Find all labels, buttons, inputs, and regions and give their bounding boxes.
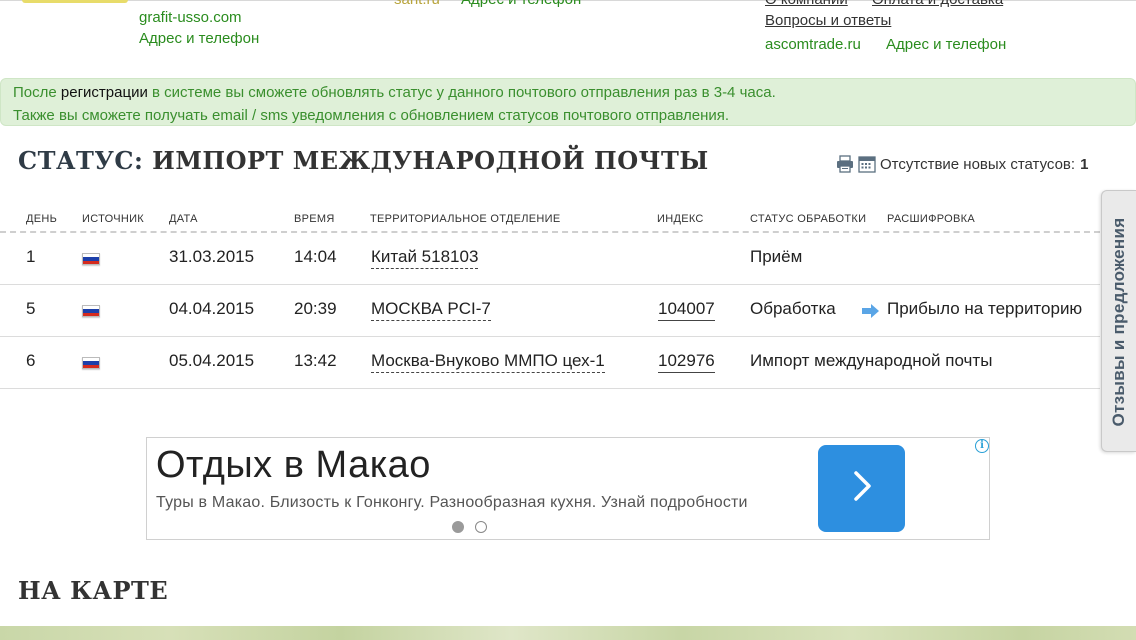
status-value: ИМПОРТ МЕЖДУНАРОДНОЙ ПОЧТЫ [143, 146, 709, 175]
cell-time: 20:39 [294, 299, 337, 318]
arrow-right-icon [860, 303, 880, 319]
status-tools: Отсутствие новых статусов: 1 [836, 154, 1088, 174]
col-decode: РАСШИФРОВКА [887, 213, 976, 225]
col-processing-status: СТАТУС ОБРАБОТКИ [750, 213, 867, 225]
map-heading: НА КАРТЕ [18, 576, 169, 605]
cell-day: 6 [26, 351, 36, 370]
partner-address-link-1[interactable]: Адрес и телефон [139, 30, 259, 47]
col-index: ИНДЕКС [657, 213, 704, 225]
cell-office-link[interactable]: Москва-Внуково ММПО цех-1 [371, 351, 605, 373]
col-day: ДЕНЬ [26, 213, 58, 225]
table-row: 6 05.04.2015 13:42 Москва-Внуково ММПО ц… [0, 337, 1100, 389]
info-line-2: Также вы сможете получать email / sms ув… [13, 107, 730, 124]
cell-index-link[interactable]: 102976 [658, 351, 715, 373]
map-preview[interactable] [0, 626, 1136, 640]
feedback-tab-label: Отзывы и предложения [1109, 217, 1128, 427]
cell-decode: Прибыло на территорию [887, 299, 1083, 318]
cell-office-link[interactable]: МОСКВА PCI-7 [371, 299, 491, 321]
payment-delivery-link[interactable]: Оплата и доставка [872, 0, 1003, 8]
cell-time: 14:04 [294, 247, 337, 266]
cell-date: 31.03.2015 [169, 247, 255, 266]
russia-flag-icon [82, 357, 100, 369]
cell-office-link[interactable]: Китай 518103 [371, 247, 479, 269]
col-source: ИСТОЧНИК [82, 213, 145, 225]
ad-banner[interactable]: Отдых в Макао Туры в Макао. Близость к Г… [146, 437, 990, 540]
partner-site-link-2[interactable]: sant.ru [394, 0, 440, 8]
printer-icon[interactable] [836, 155, 854, 173]
partner-accent-bar [22, 0, 128, 3]
tracking-table-header: ДЕНЬ ИСТОЧНИК ДАТА ВРЕМЯ ТЕРРИТОРИАЛЬНОЕ… [0, 203, 1100, 233]
cell-day: 1 [26, 247, 36, 266]
ad-description[interactable]: Туры в Макао. Близость к Гонконгу. Разно… [156, 494, 748, 512]
cell-day: 5 [26, 299, 36, 318]
faq-link[interactable]: Вопросы и ответы [765, 12, 891, 29]
table-row: 5 04.04.2015 20:39 МОСКВА PCI-7 104007 О… [0, 285, 1100, 337]
ad-pager-dot[interactable] [475, 521, 487, 533]
cell-status: Обработка [750, 299, 836, 318]
registration-link[interactable]: регистрации [61, 84, 148, 101]
status-heading: СТАТУС: ИМПОРТ МЕЖДУНАРОДНОЙ ПОЧТЫ [18, 146, 709, 175]
cell-status: Приём [750, 247, 803, 266]
no-new-status-label: Отсутствие новых статусов: [880, 155, 1076, 173]
russia-flag-icon [82, 305, 100, 317]
partner-site-link-3[interactable]: ascomtrade.ru [765, 36, 861, 53]
cell-date: 04.04.2015 [169, 299, 255, 318]
cell-index-link[interactable]: 104007 [658, 299, 715, 321]
cell-status: Импорт международной почты [750, 351, 993, 370]
col-office: ТЕРРИТОРИАЛЬНОЕ ОТДЕЛЕНИЕ [370, 213, 561, 225]
ad-open-button[interactable] [818, 445, 905, 532]
partner-address-link-2[interactable]: Адрес и телефон [461, 0, 581, 8]
table-row: 1 31.03.2015 14:04 Китай 518103 Приём [0, 233, 1100, 285]
cell-time: 13:42 [294, 351, 337, 370]
about-link[interactable]: О компании [765, 0, 848, 8]
ad-pager-dot-active[interactable] [452, 521, 464, 533]
no-new-status-count: 1 [1080, 155, 1089, 173]
feedback-side-tab[interactable]: Отзывы и предложения [1101, 190, 1136, 452]
calendar-icon[interactable] [858, 155, 876, 173]
ad-info-icon[interactable]: i [975, 439, 989, 453]
partner-address-link-3[interactable]: Адрес и телефон [886, 36, 1006, 53]
russia-flag-icon [82, 253, 100, 265]
info-line-1: После регистрации в системе вы сможете о… [13, 81, 1123, 104]
info-text: После [13, 84, 61, 101]
top-partners-strip: grafit-usso.com Адрес и телефон sant.ru … [0, 0, 1136, 70]
info-text: в системе вы сможете обновлять статус у … [147, 84, 776, 101]
chevron-right-icon [849, 469, 875, 508]
col-time: ВРЕМЯ [294, 213, 335, 225]
ad-title[interactable]: Отдых в Макао [156, 444, 431, 487]
col-date: ДАТА [169, 213, 198, 225]
cell-date: 05.04.2015 [169, 351, 255, 370]
status-prefix: СТАТУС: [18, 146, 144, 175]
registration-info-box: После регистрации в системе вы сможете о… [0, 78, 1136, 126]
partner-site-link-1[interactable]: grafit-usso.com [139, 9, 242, 26]
